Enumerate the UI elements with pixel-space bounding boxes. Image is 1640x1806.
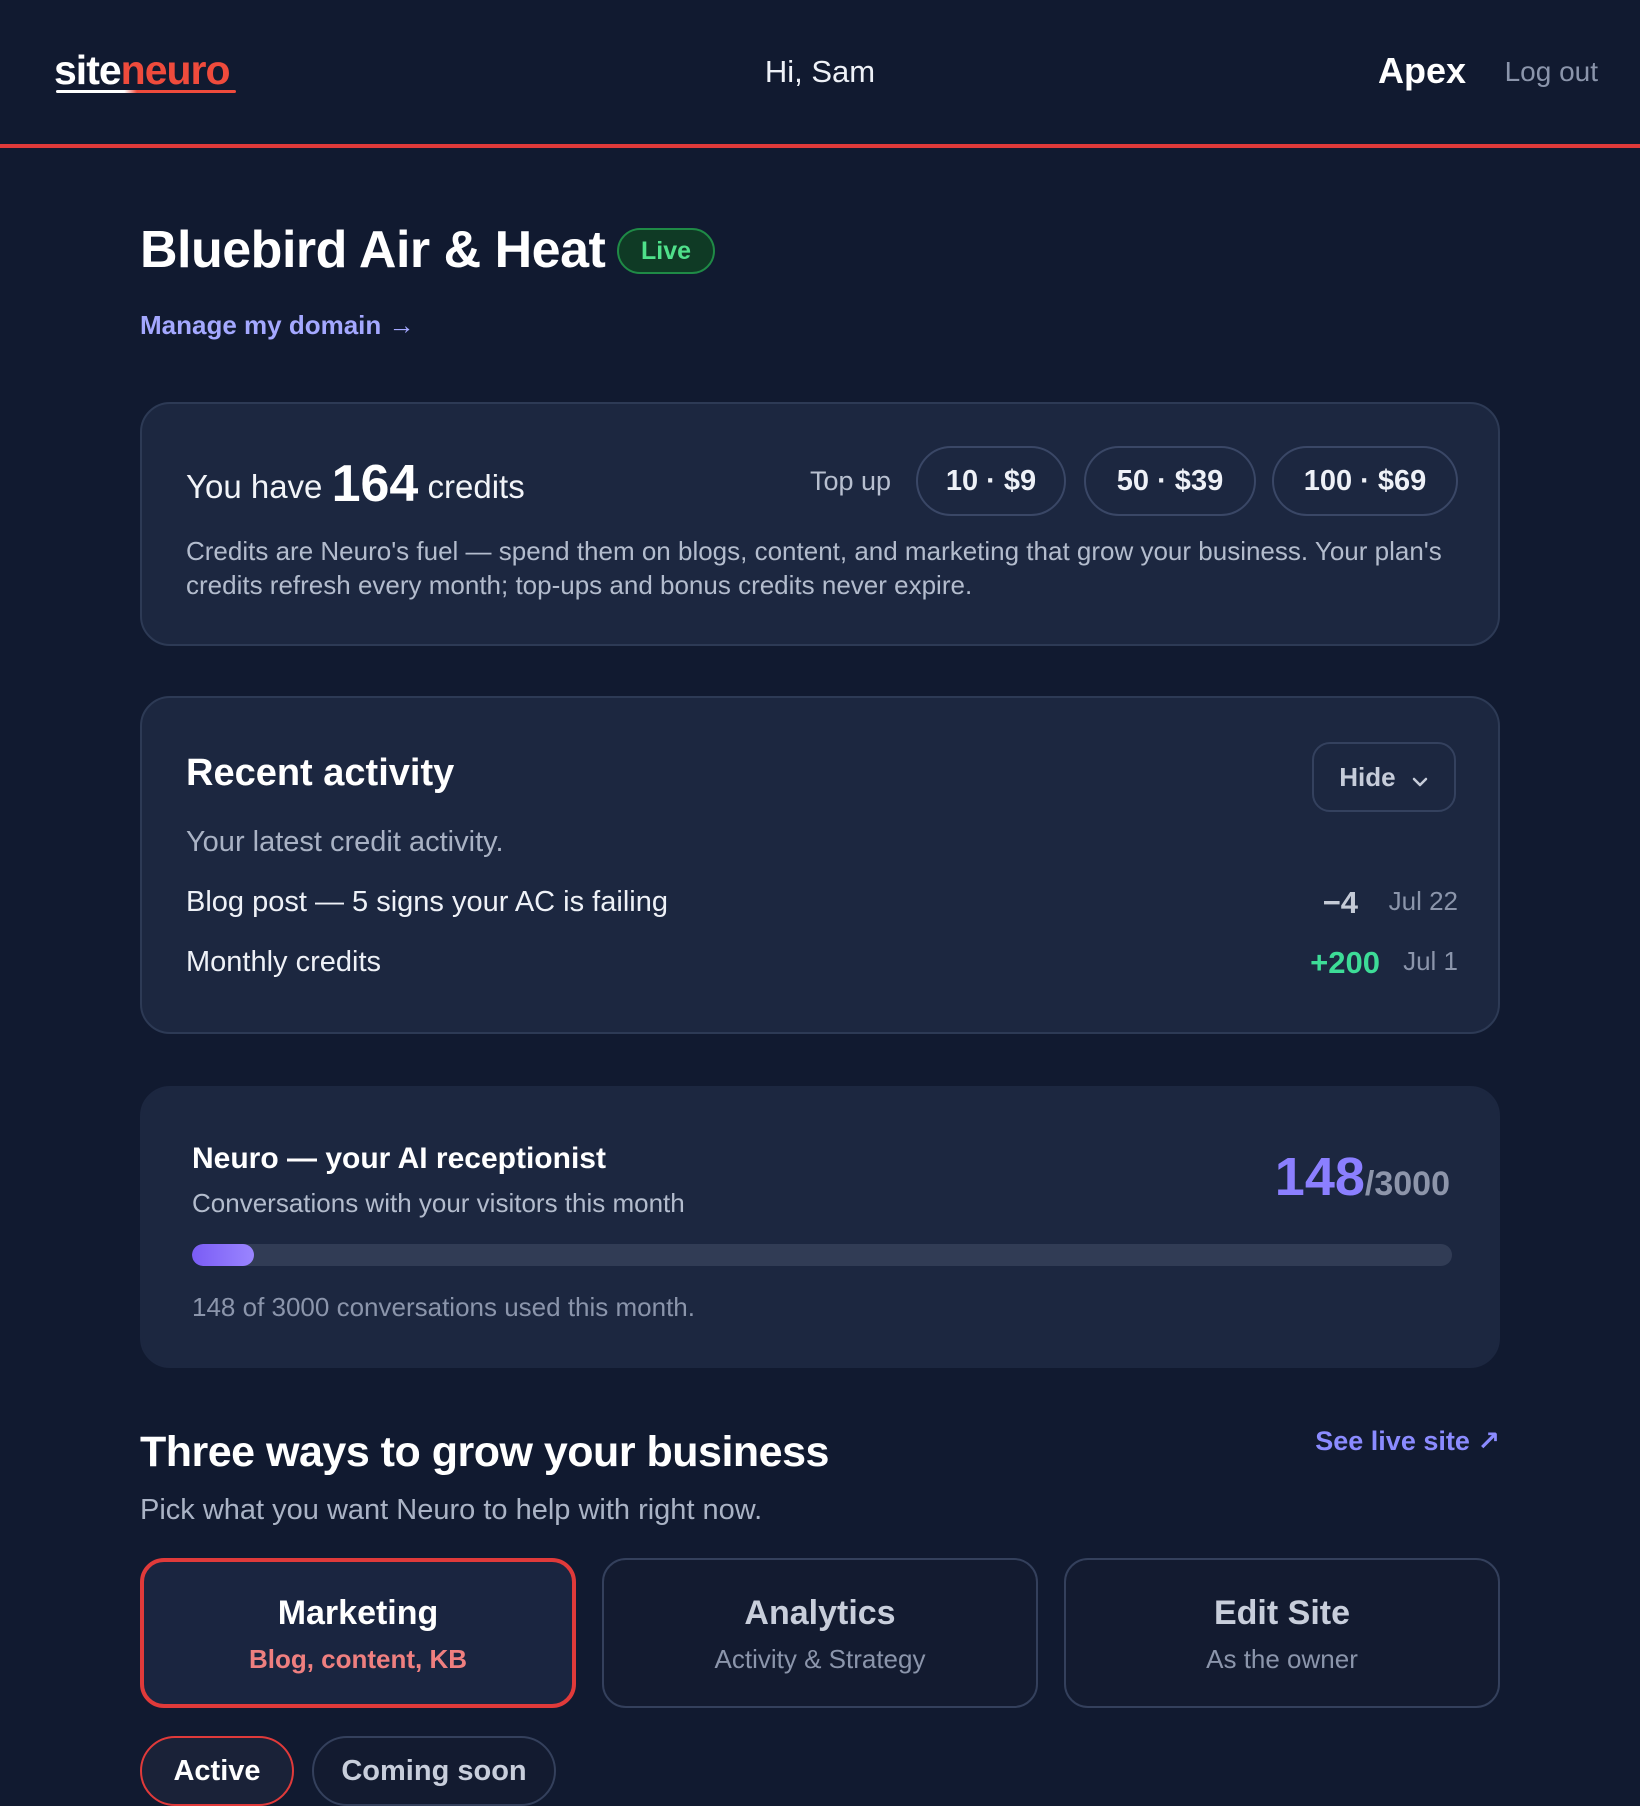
activity-title: Recent activity	[186, 752, 455, 794]
way-title: Edit Site	[1213, 1594, 1351, 1632]
hide-label: Hide	[1339, 762, 1396, 792]
conversations-used: 148	[1274, 1147, 1365, 1207]
analytics-card[interactable]: Analytics Activity & Strategy	[602, 1558, 1038, 1708]
manage-domain-link[interactable]: Manage my domain →	[140, 310, 415, 341]
activity-amount: +200	[1310, 945, 1380, 980]
topup-label: Top up	[810, 466, 892, 496]
credits-balance: You have 164 credits	[186, 454, 525, 514]
activity-row: Monthly credits +200 Jul 1	[186, 945, 1458, 986]
activity-amount: −4	[1322, 885, 1358, 920]
activity-subtitle: Your latest credit activity.	[186, 826, 504, 858]
way-subtitle: Blog, content, KB	[248, 1644, 468, 1674]
edit-site-card[interactable]: Edit Site As the owner	[1064, 1558, 1500, 1708]
recent-activity-card: Recent activity Hide Your latest credit …	[140, 696, 1500, 1034]
way-subtitle: Activity & Strategy	[714, 1644, 926, 1674]
conversations-limit: /3000	[1364, 1165, 1450, 1203]
marketing-card[interactable]: Marketing Blog, content, KB	[140, 1558, 576, 1708]
credits-prefix: You have	[186, 468, 323, 505]
status-badge: Live	[617, 228, 716, 274]
way-title: Analytics	[744, 1594, 896, 1632]
ai-receptionist-card: Neuro — your AI receptionist Conversatio…	[140, 1086, 1500, 1368]
progress-fill	[192, 1244, 255, 1266]
topup-100-button[interactable]: 100 · $69	[1272, 446, 1458, 516]
account-brand[interactable]: Apex	[1378, 50, 1466, 92]
conversation-note: 148 of 3000 conversations used this mont…	[192, 1292, 695, 1322]
chevron-down-icon	[1411, 746, 1429, 812]
section-subtitle: Pick what you want Neuro to help with ri…	[140, 1494, 763, 1526]
credits-count: 164	[331, 455, 419, 513]
section-title: Three ways to grow your business	[140, 1428, 829, 1476]
way-subtitle: As the owner	[1206, 1644, 1358, 1674]
activity-date: Jul 22	[1388, 886, 1458, 916]
conversation-progress-bar	[192, 1244, 1452, 1266]
logout-link[interactable]: Log out	[1505, 56, 1598, 88]
activity-row: Blog post — 5 signs your AC is failing −…	[186, 885, 1458, 926]
credits-description: Credits are Neuro's fuel — spend them on…	[186, 536, 1442, 600]
hide-activity-button[interactable]: Hide	[1312, 742, 1456, 812]
credits-card: You have 164 credits Top up 10 · $9 50 ·…	[140, 402, 1500, 646]
see-live-site-link[interactable]: See live site ↗	[1315, 1426, 1500, 1457]
credits-suffix: credits	[427, 468, 525, 505]
topup-10-button[interactable]: 10 · $9	[916, 446, 1066, 516]
conversation-count: 148/3000	[1275, 1146, 1450, 1208]
filter-coming-soon-pill[interactable]: Coming soon	[312, 1736, 556, 1806]
top-bar: siteneuro Hi, Sam Apex Log out	[0, 0, 1640, 148]
activity-date: Jul 1	[1403, 946, 1458, 976]
neuro-subtitle: Conversations with your visitors this mo…	[192, 1188, 685, 1218]
way-title: Marketing	[277, 1594, 439, 1632]
activity-desc: Monthly credits	[186, 946, 382, 978]
page-title: Bluebird Air & Heat	[140, 221, 606, 279]
filter-active-pill[interactable]: Active	[140, 1736, 294, 1806]
topup-50-button[interactable]: 50 · $39	[1084, 446, 1256, 516]
neuro-title: Neuro — your AI receptionist	[192, 1142, 606, 1175]
activity-desc: Blog post — 5 signs your AC is failing	[186, 886, 668, 918]
logo-underline	[56, 90, 236, 93]
